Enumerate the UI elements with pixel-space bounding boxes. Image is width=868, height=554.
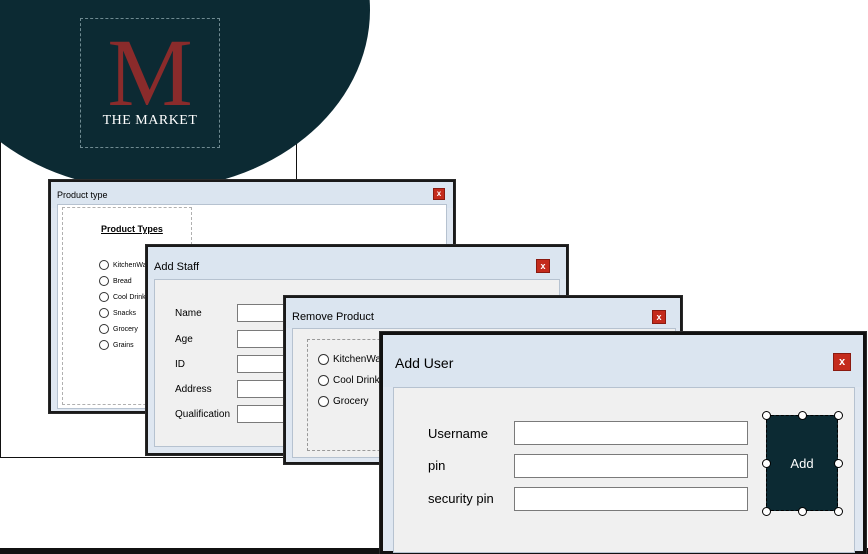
close-button[interactable]: x — [536, 259, 550, 273]
remove-product-titlebar: Remove Product x — [286, 298, 680, 328]
radio-circle-icon — [99, 324, 109, 334]
radio-grocery[interactable]: Grocery — [99, 324, 138, 334]
resize-handle[interactable] — [834, 459, 843, 468]
pin-field[interactable] — [514, 454, 748, 478]
security-pin-label: security pin — [428, 491, 494, 506]
close-button[interactable]: x — [652, 310, 666, 324]
logo-picturebox: M THE MARKET — [80, 18, 220, 148]
window-title: Product type — [57, 190, 108, 200]
radio-circle-icon — [318, 396, 329, 407]
username-field[interactable] — [514, 421, 748, 445]
age-label: Age — [175, 334, 193, 345]
window-title: Add User — [395, 355, 454, 371]
radio-label: Cool Drinks — [333, 375, 385, 386]
add-user-window: Add User x Username pin security pin Add — [380, 332, 866, 554]
logo-letter: M — [107, 19, 193, 126]
resize-handle[interactable] — [762, 459, 771, 468]
add-button[interactable]: Add — [766, 415, 838, 511]
username-label: Username — [428, 426, 488, 441]
radio-circle-icon — [318, 354, 329, 365]
radio-snacks[interactable]: Snacks — [99, 308, 136, 318]
radio-circle-icon — [99, 340, 109, 350]
add-staff-titlebar: Add Staff x — [148, 247, 566, 279]
resize-handle[interactable] — [762, 411, 771, 420]
radio-label: Bread — [113, 277, 132, 285]
window-title: Remove Product — [292, 311, 374, 323]
brand-text: THE MARKET — [102, 113, 198, 128]
name-label: Name — [175, 308, 202, 319]
radio-label: Snacks — [113, 309, 136, 317]
pin-label: pin — [428, 458, 446, 473]
radio-circle-icon — [99, 276, 109, 286]
close-button[interactable]: x — [433, 188, 445, 200]
window-title: Add Staff — [154, 261, 200, 273]
radio-circle-icon — [99, 260, 109, 270]
resize-handle[interactable] — [834, 411, 843, 420]
radio-bread[interactable]: Bread — [99, 276, 132, 286]
radio-circle-icon — [99, 308, 109, 318]
id-label: ID — [175, 359, 185, 370]
radio-label: Grocery — [333, 396, 369, 407]
radio-cool-drinks[interactable]: Cool Drinks — [318, 375, 385, 386]
radio-circle-icon — [99, 292, 109, 302]
close-button[interactable]: x — [833, 353, 851, 371]
radio-kitchenware[interactable]: KitchenWare — [99, 260, 153, 270]
resize-handle[interactable] — [762, 507, 771, 516]
qualification-label: Qualification — [175, 409, 231, 420]
security-pin-field[interactable] — [514, 487, 748, 511]
address-label: Address — [175, 384, 212, 395]
resize-handle[interactable] — [798, 507, 807, 516]
radio-cool-drinks[interactable]: Cool Drinks — [99, 292, 149, 302]
add-user-client: Username pin security pin Add — [393, 387, 855, 553]
radio-label: Grains — [113, 341, 134, 349]
radio-label: Cool Drinks — [113, 293, 150, 301]
radio-grains[interactable]: Grains — [99, 340, 134, 350]
radio-label: Grocery — [113, 325, 138, 333]
add-user-titlebar: Add User x — [383, 335, 863, 387]
radio-circle-icon — [318, 375, 329, 386]
resize-handle[interactable] — [798, 411, 807, 420]
product-types-heading: Product Types — [101, 224, 163, 234]
resize-handle[interactable] — [834, 507, 843, 516]
radio-grocery[interactable]: Grocery — [318, 396, 369, 407]
